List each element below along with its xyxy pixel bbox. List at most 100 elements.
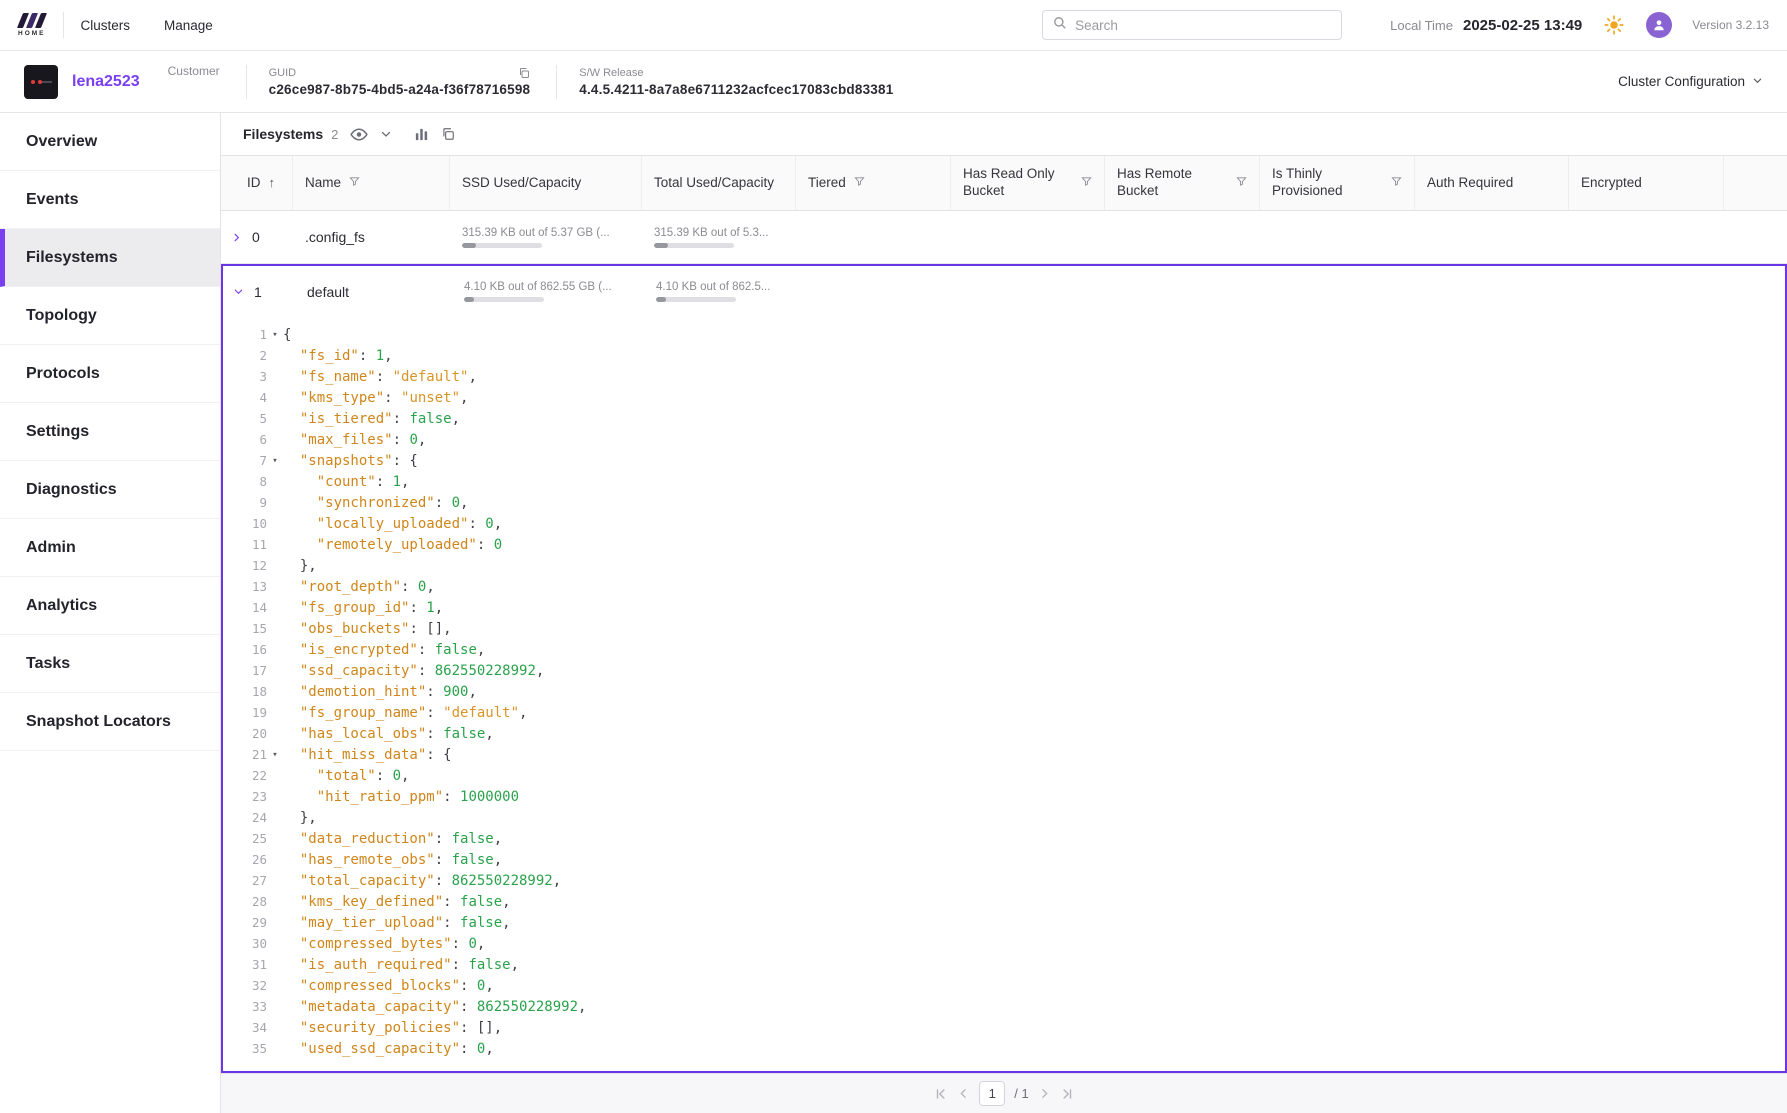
- filter-icon[interactable]: [349, 175, 360, 192]
- search-input[interactable]: [1075, 18, 1331, 33]
- line-number: 27: [223, 873, 267, 888]
- line-number: 10: [223, 516, 267, 531]
- json-line: 33 "metadata_capacity": 862550228992,: [223, 996, 1785, 1017]
- json-line: 1▾{: [223, 324, 1785, 345]
- version-label: Version 3.2.13: [1692, 18, 1769, 32]
- previous-page-button[interactable]: [957, 1087, 970, 1100]
- column-header-total[interactable]: Total Used/Capacity: [642, 156, 796, 210]
- line-number: 13: [223, 579, 267, 594]
- cluster-bar: lena2523 Customer GUID c26ce987-8b75-4bd…: [0, 51, 1787, 113]
- eye-icon[interactable]: [350, 128, 368, 141]
- sidebar: Overview Events Filesystems Topology Pro…: [0, 113, 221, 1113]
- column-header-encrypted[interactable]: Encrypted: [1569, 156, 1724, 210]
- column-header-name[interactable]: Name: [293, 156, 450, 210]
- user-avatar-icon[interactable]: [1646, 12, 1672, 38]
- sidebar-item-label: Snapshot Locators: [26, 713, 171, 731]
- filesystems-toolbar: Filesystems 2: [221, 113, 1787, 155]
- column-header-has-read-only-bucket[interactable]: Has Read Only Bucket: [951, 156, 1105, 210]
- nav-manage[interactable]: Manage: [164, 18, 213, 33]
- collapse-node-icon[interactable]: ▾: [267, 330, 283, 340]
- line-number: 22: [223, 768, 267, 783]
- sidebar-item[interactable]: Protocols: [0, 345, 220, 403]
- current-page-input[interactable]: 1: [979, 1081, 1005, 1106]
- collapse-node-icon[interactable]: ▾: [267, 750, 283, 760]
- json-line: 26 "has_remote_obs": false,: [223, 849, 1785, 870]
- release-value: 4.4.5.4211-8a7a8e6711232acfcec17083cbd83…: [579, 82, 893, 97]
- filler-cell: [1726, 266, 1785, 317]
- json-line-content: "demotion_hint": 900,: [283, 684, 477, 700]
- json-line: 8 "count": 1,: [223, 471, 1785, 492]
- column-header-ssd[interactable]: SSD Used/Capacity: [450, 156, 642, 210]
- last-page-button[interactable]: [1060, 1087, 1074, 1101]
- sidebar-item-label: Diagnostics: [26, 481, 117, 499]
- json-line-content: "may_tier_upload": false,: [283, 915, 511, 931]
- tiered-cell: [796, 211, 951, 263]
- json-line: 25 "data_reduction": false,: [223, 828, 1785, 849]
- copy-table-icon[interactable]: [441, 127, 455, 141]
- theme-sun-icon[interactable]: [1604, 15, 1624, 35]
- line-number: 17: [223, 663, 267, 678]
- column-header-tiered[interactable]: Tiered: [796, 156, 951, 210]
- collapse-row-icon[interactable]: [233, 286, 244, 297]
- filter-icon[interactable]: [1391, 175, 1402, 192]
- is-thinly-provisioned-cell: [1262, 266, 1417, 317]
- auth-required-cell: [1417, 266, 1571, 317]
- sidebar-item[interactable]: Filesystems: [0, 229, 220, 287]
- local-time-label: Local Time: [1390, 18, 1453, 33]
- json-line-content: "fs_id": 1,: [283, 348, 393, 364]
- filler-cell: [1724, 211, 1787, 263]
- weka-home-logo[interactable]: HOME: [18, 13, 46, 37]
- has-remote-bucket-cell: [1107, 266, 1262, 317]
- sidebar-item[interactable]: Analytics: [0, 577, 220, 635]
- json-line-content: },: [283, 810, 317, 826]
- sidebar-item[interactable]: Events: [0, 171, 220, 229]
- json-line: 9 "synchronized": 0,: [223, 492, 1785, 513]
- copy-guid-icon[interactable]: [518, 67, 530, 79]
- table-header: ID ↑ Name SSD Used/Capacity Total Used/C…: [221, 155, 1787, 211]
- cluster-configuration-button[interactable]: Cluster Configuration: [1618, 74, 1763, 89]
- column-header-is-thinly-provisioned[interactable]: Is Thinly Provisioned: [1260, 156, 1415, 210]
- json-line: 30 "compressed_bytes": 0,: [223, 933, 1785, 954]
- first-page-button[interactable]: [934, 1087, 948, 1101]
- json-line-content: },: [283, 558, 317, 574]
- sidebar-item[interactable]: Overview: [0, 113, 220, 171]
- column-header-auth-required[interactable]: Auth Required: [1415, 156, 1569, 210]
- sidebar-item[interactable]: Admin: [0, 519, 220, 577]
- search-box[interactable]: [1042, 10, 1342, 40]
- sidebar-item[interactable]: Settings: [0, 403, 220, 461]
- filter-icon[interactable]: [1236, 175, 1247, 192]
- json-line-content: "used_ssd_capacity": 0,: [283, 1041, 494, 1057]
- next-page-button[interactable]: [1038, 1087, 1051, 1100]
- filter-icon[interactable]: [854, 175, 865, 192]
- collapse-node-icon[interactable]: ▾: [267, 456, 283, 466]
- nav-clusters[interactable]: Clusters: [81, 18, 131, 33]
- sidebar-item[interactable]: Topology: [0, 287, 220, 345]
- chevron-down-icon[interactable]: [380, 128, 392, 140]
- table-row[interactable]: 0 .config_fs 315.39 KB out of 5.37 GB (.…: [221, 211, 1787, 264]
- column-header-filler: [1724, 156, 1787, 210]
- sidebar-item-label: Filesystems: [26, 249, 118, 267]
- cluster-name[interactable]: lena2523: [72, 73, 140, 91]
- column-header-id[interactable]: ID ↑: [221, 156, 293, 210]
- line-number: 23: [223, 789, 267, 804]
- logo-home-label: HOME: [18, 30, 46, 37]
- sidebar-item[interactable]: Diagnostics: [0, 461, 220, 519]
- columns-chart-icon[interactable]: [414, 127, 429, 142]
- sidebar-item[interactable]: Tasks: [0, 635, 220, 693]
- filesystems-count-badge: 2: [331, 127, 338, 142]
- json-line: 15 "obs_buckets": [],: [223, 618, 1785, 639]
- filter-icon[interactable]: [1081, 175, 1092, 192]
- local-time-value: 2025-02-25 13:49: [1463, 17, 1582, 34]
- json-line-content: "is_tiered": false,: [283, 411, 460, 427]
- line-number: 12: [223, 558, 267, 573]
- expand-row-icon[interactable]: [231, 232, 242, 243]
- table-row[interactable]: 1 default 4.10 KB out of 862.55 GB (... …: [223, 266, 1785, 317]
- json-line: 34 "security_policies": [],: [223, 1017, 1785, 1038]
- sidebar-item[interactable]: Snapshot Locators: [0, 693, 220, 751]
- json-line-content: "metadata_capacity": 862550228992,: [283, 999, 586, 1015]
- guid-block: GUID c26ce987-8b75-4bd5-a24a-f36f7871659…: [269, 67, 531, 97]
- line-number: 1: [223, 327, 267, 342]
- column-header-has-remote-bucket[interactable]: Has Remote Bucket: [1105, 156, 1260, 210]
- has-read-only-bucket-cell: [951, 211, 1105, 263]
- json-line: 32 "compressed_blocks": 0,: [223, 975, 1785, 996]
